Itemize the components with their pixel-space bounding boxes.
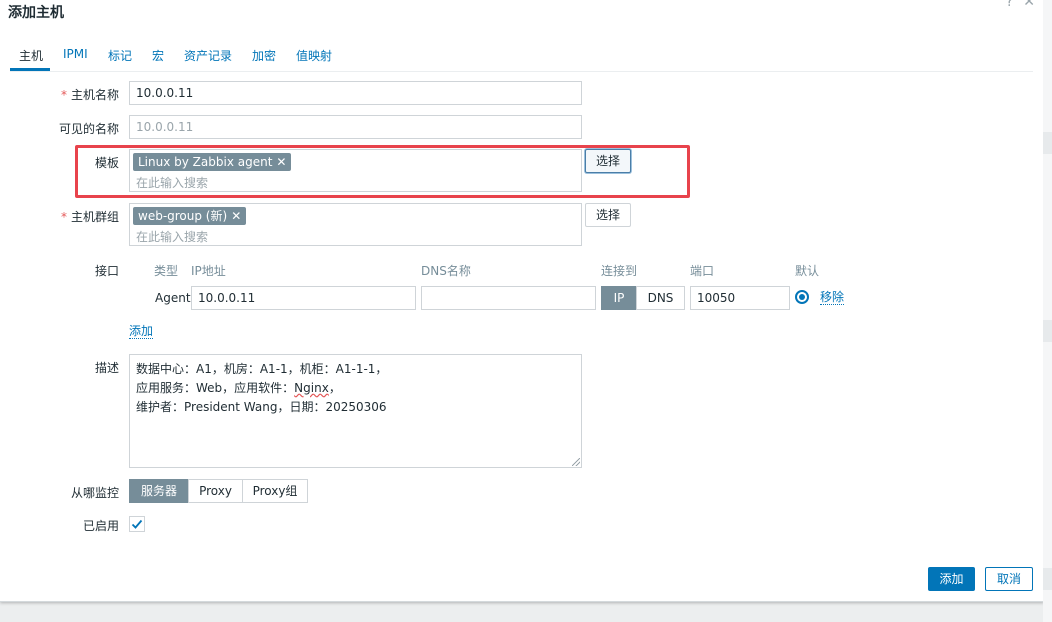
col-port: 端口: [690, 264, 715, 278]
tab-tags[interactable]: 标记: [108, 47, 132, 64]
tab-value-mapping[interactable]: 值映射: [296, 47, 332, 64]
chip-remove-icon[interactable]: ✕: [231, 209, 241, 223]
host-group-chip: web-group (新) ✕: [133, 207, 247, 225]
tab-ipmi[interactable]: IPMI: [63, 47, 88, 61]
remove-interface-link[interactable]: 移除: [820, 290, 845, 305]
interface-ip-input[interactable]: 10.0.0.11: [191, 286, 416, 310]
tab-bar: 主机 IPMI 标记 宏 资产记录 加密 值映射: [10, 40, 1033, 72]
col-type: 类型: [154, 264, 179, 278]
tab-macros[interactable]: 宏: [152, 47, 164, 64]
col-default: 默认: [795, 264, 820, 278]
monitored-by-label: 从哪监控: [70, 486, 119, 500]
add-host-dialog: 添加主机 ? ✕ 主机 IPMI 标记 宏 资产记录 加密 值映射 * 主机名称 1…: [0, 0, 1044, 602]
dialog-title: 添加主机: [8, 5, 64, 21]
tab-host[interactable]: 主机: [19, 47, 43, 64]
description-textarea[interactable]: 数据中心：A1，机房：A1-1，机柜：A1-1-1， 应用服务：Web，应用软件…: [129, 354, 582, 468]
tab-inventory[interactable]: 资产记录: [184, 47, 232, 64]
active-tab-indicator: [10, 68, 50, 71]
host-groups-search-placeholder[interactable]: 在此输入搜索: [136, 228, 208, 245]
resize-grip-icon[interactable]: [572, 458, 580, 466]
monitored-by-proxy-group[interactable]: Proxy组: [242, 479, 308, 503]
interfaces-label: 接口: [94, 264, 119, 278]
description-label: 描述: [94, 361, 119, 375]
host-name-label-text: 主机名称: [70, 88, 119, 102]
host-groups-multiselect[interactable]: web-group (新) ✕ 在此输入搜索: [129, 203, 582, 246]
close-icon[interactable]: ✕: [1023, 0, 1035, 10]
red-highlight-box: [75, 145, 690, 198]
check-icon: [131, 519, 143, 529]
background-page-edge: [1043, 0, 1052, 622]
background-page-marker: [1043, 132, 1052, 154]
col-ip: IP地址: [191, 264, 226, 278]
monitored-by-server[interactable]: 服务器: [129, 479, 189, 503]
host-name-label: * 主机名称: [4, 86, 119, 103]
interface-dns-input[interactable]: [421, 286, 596, 310]
cancel-button[interactable]: 取消: [985, 567, 1033, 591]
background-page-marker: [1043, 320, 1052, 342]
description-line-2-text: 应用服务：Web，应用软件：: [136, 381, 295, 395]
connect-dns-toggle[interactable]: DNS: [636, 286, 685, 310]
required-mark: *: [60, 210, 67, 224]
interface-type: Agent: [155, 291, 191, 305]
host-groups-select-button[interactable]: 选择: [585, 203, 632, 227]
visible-name-label: 可见的名称: [58, 122, 119, 136]
monitored-by-proxy[interactable]: Proxy: [188, 479, 243, 503]
background-page-marker: [1043, 568, 1052, 590]
description-line-1: 数据中心：A1，机房：A1-1，机柜：A1-1-1，: [136, 362, 388, 376]
description-line-2-tail: ，: [328, 381, 341, 395]
connect-ip-toggle[interactable]: IP: [601, 286, 637, 310]
add-button[interactable]: 添加: [928, 567, 975, 591]
visible-name-input[interactable]: 10.0.0.11: [129, 115, 582, 139]
host-group-chip-label: web-group (新): [138, 209, 228, 223]
col-connect: 连接到: [601, 264, 638, 278]
description-line-2: 应用服务：Web，应用软件：Nginx，: [136, 379, 575, 398]
add-interface-link[interactable]: 添加: [129, 324, 154, 339]
default-interface-radio[interactable]: [795, 290, 809, 304]
col-dns: DNS名称: [421, 264, 471, 278]
description-spellcheck-word: Nginx: [294, 381, 329, 395]
help-icon[interactable]: ?: [1006, 0, 1013, 10]
host-name-input[interactable]: 10.0.0.11: [129, 81, 582, 105]
enabled-checkbox[interactable]: [129, 516, 145, 532]
host-groups-label: * 主机群组: [4, 208, 119, 225]
tab-encryption[interactable]: 加密: [252, 47, 276, 64]
required-mark: *: [60, 88, 67, 102]
enabled-label: 已启用: [82, 519, 119, 533]
host-groups-label-text: 主机群组: [70, 210, 119, 224]
interface-port-input[interactable]: 10050: [690, 286, 790, 310]
dialog-header-icons: ? ✕: [996, 0, 1035, 10]
description-line-3: 维护者：President Wang，日期：20250306: [136, 400, 387, 414]
